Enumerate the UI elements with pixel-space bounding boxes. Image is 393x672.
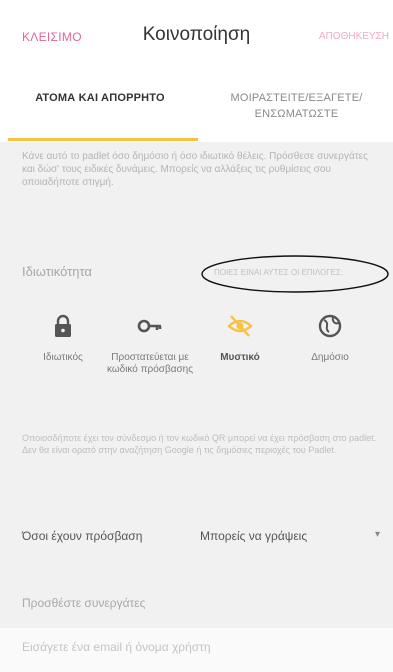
privacy-option-label: Δημόσιο [311, 352, 349, 363]
tab-share-export-embed[interactable]: ΜΟΙΡΑΣΤΕΙΤΕ/ΕΞΑΓΕΤΕ/ ΕΝΣΩΜΑΤΩΣΤΕ [200, 90, 393, 122]
collaborator-search-input[interactable] [22, 640, 372, 654]
privacy-option-password[interactable]: Προστατεύεται με κωδικό πρόσβασης [105, 312, 195, 376]
access-label: Όσοι έχουν πρόσβαση [22, 529, 143, 543]
privacy-option-label: Μυστικό [220, 352, 260, 363]
access-row: Όσοι έχουν πρόσβαση Μπορείς να γράψεις ▾ [22, 525, 382, 555]
privacy-option-private[interactable]: Ιδιωτικός [18, 312, 108, 364]
annotation-ellipse [201, 255, 389, 293]
active-tab-indicator [8, 138, 198, 141]
globe-icon [318, 314, 342, 338]
save-button[interactable]: ΑΠΟΘΗΚΕΥΣΗ [283, 31, 393, 42]
invite-bar [0, 628, 393, 672]
privacy-note: Οποιοσδήποτε έχει τον σύνδεσμο ή τον κωδ… [22, 433, 377, 455]
intro-text: Κάνε αυτό το padlet όσο δημόσιο ή όσο ιδ… [22, 151, 368, 188]
eye-slash-icon [227, 315, 253, 337]
lock-icon [55, 314, 71, 337]
access-permission-value: Μπορείς να γράψεις [200, 529, 308, 543]
key-icon [137, 319, 162, 333]
privacy-options: Ιδιωτικός Προστατεύεται με κωδικό πρόσβα… [0, 312, 393, 404]
privacy-option-label: Προστατεύεται με κωδικό πρόσβασης [106, 352, 194, 375]
header: ΚΛΕΙΣΙΜΟ Κοινοποίηση ΑΠΟΘΗΚΕΥΣΗ [0, 0, 393, 72]
privacy-option-label: Ιδιωτικός [43, 352, 83, 363]
privacy-option-public[interactable]: Δημόσιο [285, 312, 375, 364]
chevron-down-icon: ▾ [374, 529, 380, 540]
tab-people-privacy[interactable]: ΑΤΟΜΑ ΚΑΙ ΑΠΟΡΡΗΤΟ [0, 90, 200, 106]
tab-bar: ΑΤΟΜΑ ΚΑΙ ΑΠΟΡΡΗΤΟ ΜΟΙΡΑΣΤΕΙΤΕ/ΕΞΑΓΕΤΕ/ … [0, 72, 393, 142]
access-permission-select[interactable]: Μπορείς να γράψεις ▾ [192, 525, 382, 551]
add-collaborators-heading: Προσθέστε συνεργάτες [22, 596, 146, 610]
privacy-option-secret[interactable]: Μυστικό [195, 312, 285, 364]
privacy-label: Ιδιωτικότητα [22, 264, 92, 279]
settings-panel [0, 142, 393, 672]
